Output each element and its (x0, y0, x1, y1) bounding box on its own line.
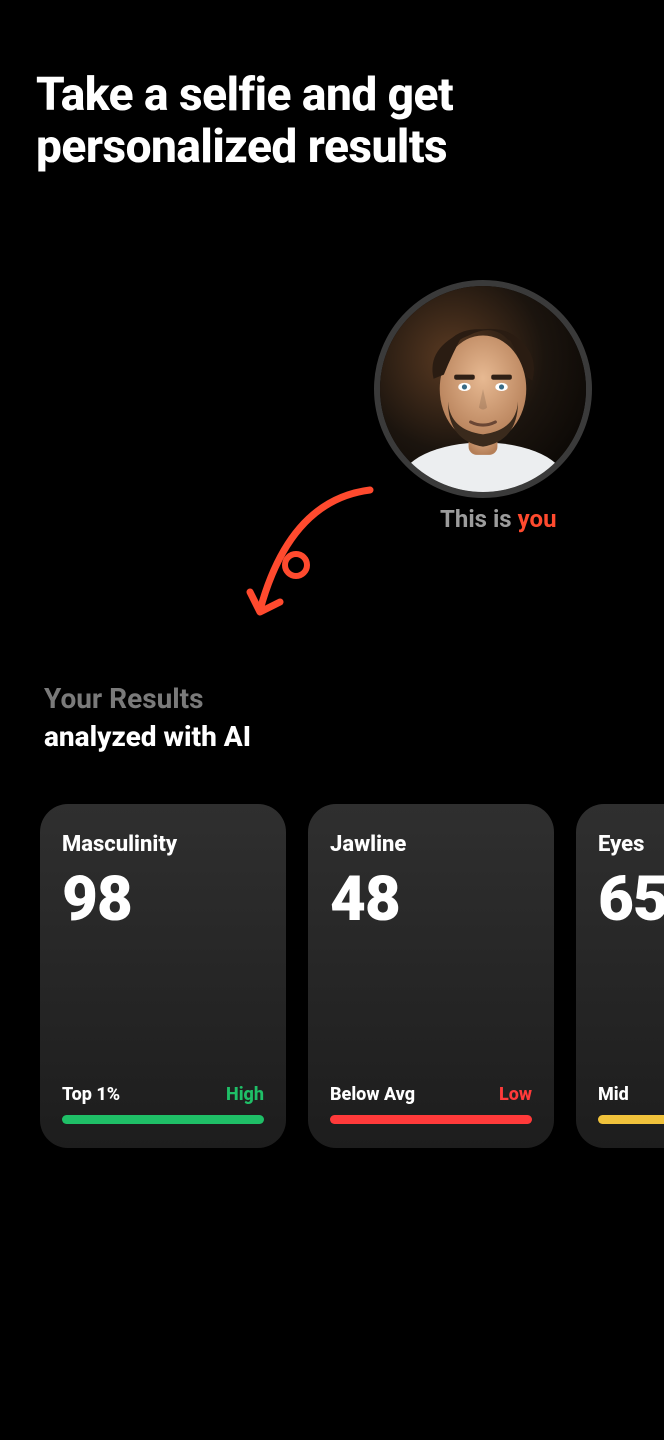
card-level: Low (499, 1084, 532, 1105)
results-subtitle-muted: Your Results (44, 680, 251, 718)
card-title: Eyes (598, 832, 664, 857)
results-subtitle-bold: analyzed with AI (44, 718, 251, 756)
caption-prefix: This is (440, 505, 518, 533)
card-level: High (226, 1084, 264, 1105)
card-score: 65 (598, 863, 664, 936)
result-card[interactable]: Eyes 65 Mid (576, 804, 664, 1148)
card-title: Masculinity (62, 832, 264, 857)
arrow-icon (230, 480, 400, 650)
screen: Take a selfie and get personalized resul… (0, 0, 664, 1440)
result-card[interactable]: Jawline 48 Below Avg Low (308, 804, 554, 1148)
selfie-caption: This is you (440, 505, 557, 533)
card-score: 48 (330, 863, 532, 936)
card-bar (598, 1115, 664, 1124)
card-score: 98 (62, 863, 264, 936)
selfie-avatar-image (380, 286, 586, 492)
caption-you: you (518, 505, 557, 533)
card-title: Jawline (330, 832, 532, 857)
card-rank: Mid (598, 1084, 629, 1105)
page-title: Take a selfie and get personalized resul… (36, 70, 644, 173)
card-bar (330, 1115, 532, 1124)
results-cards[interactable]: Masculinity 98 Top 1% High Jawline 48 Be… (40, 804, 664, 1148)
card-rank: Top 1% (62, 1084, 120, 1105)
card-bar (62, 1115, 264, 1124)
results-header: Your Results analyzed with AI (44, 680, 251, 756)
selfie-avatar[interactable] (374, 280, 592, 498)
card-rank: Below Avg (330, 1084, 415, 1105)
result-card[interactable]: Masculinity 98 Top 1% High (40, 804, 286, 1148)
